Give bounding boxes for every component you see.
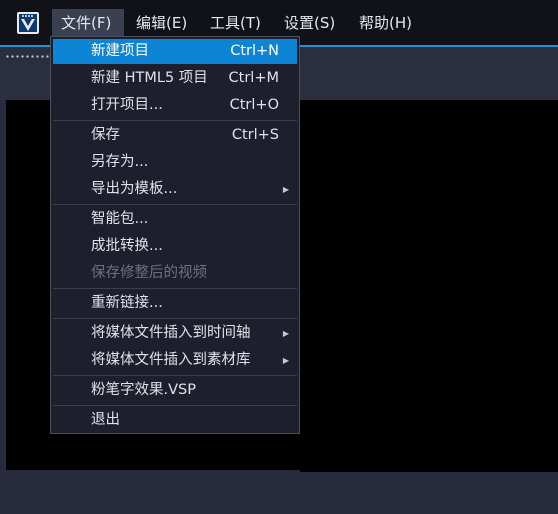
menu-item-label: 打开项目... xyxy=(91,97,163,113)
menu-settings[interactable]: 设置(S) xyxy=(275,9,344,37)
app-logo-icon[interactable] xyxy=(17,12,39,34)
menu-item-exit[interactable]: 退出 xyxy=(53,408,297,433)
menu-separator xyxy=(53,318,297,319)
menu-item-label: 将媒体文件插入到素材库 xyxy=(91,352,251,368)
menu-item-label: 新建 HTML5 项目 xyxy=(91,70,208,86)
menu-item-label: 退出 xyxy=(91,412,120,428)
menu-separator xyxy=(53,204,297,205)
menu-item-label: 另存为... xyxy=(91,154,149,170)
menu-item-shortcut: Ctrl+S xyxy=(231,127,279,143)
menu-item-label: 将媒体文件插入到时间轴 xyxy=(91,325,251,341)
menu-separator xyxy=(53,375,297,376)
menu-item-insert-to-library[interactable]: 将媒体文件插入到素材库 ▶ xyxy=(53,348,297,373)
menu-item-new-project[interactable]: 新建项目 Ctrl+N xyxy=(53,39,297,64)
menu-item-label: 重新链接... xyxy=(91,295,163,311)
file-menu-dropdown: 新建项目 Ctrl+N 新建 HTML5 项目 Ctrl+M 打开项目... C… xyxy=(50,36,300,434)
menu-item-save[interactable]: 保存 Ctrl+S xyxy=(53,123,297,148)
menu-item-label: 导出为模板... xyxy=(91,181,178,197)
menu-item-save-trimmed-video: 保存修整后的视频 xyxy=(53,261,297,286)
menu-item-label: 智能包... xyxy=(91,211,149,227)
menu-item-open-project[interactable]: 打开项目... Ctrl+O xyxy=(53,93,297,118)
menu-item-shortcut: Ctrl+O xyxy=(229,97,279,113)
menu-item-label: 保存修整后的视频 xyxy=(91,265,207,281)
preview-panel-right xyxy=(300,100,558,472)
menu-tools[interactable]: 工具(T) xyxy=(201,9,270,37)
menu-file[interactable]: 文件(F) xyxy=(52,9,124,37)
menu-separator xyxy=(53,405,297,406)
menu-item-export-template[interactable]: 导出为模板... ▶ xyxy=(53,177,297,202)
chevron-right-icon: ▶ xyxy=(282,329,289,338)
menu-help[interactable]: 帮助(H) xyxy=(350,9,421,37)
video-editor-window: 文件(F) 编辑(E) 工具(T) 设置(S) 帮助(H) 新建项目 Ctrl+… xyxy=(0,0,558,514)
menu-item-batch-convert[interactable]: 成批转换... xyxy=(53,234,297,259)
menu-item-save-as[interactable]: 另存为... xyxy=(53,150,297,175)
menu-item-label: 粉笔字效果.VSP xyxy=(91,382,196,398)
menu-item-shortcut: Ctrl+N xyxy=(230,43,279,59)
menu-item-insert-to-timeline[interactable]: 将媒体文件插入到时间轴 ▶ xyxy=(53,321,297,346)
menu-item-recent-project[interactable]: 粉笔字效果.VSP xyxy=(53,378,297,403)
menu-item-smart-package[interactable]: 智能包... xyxy=(53,207,297,232)
menu-edit[interactable]: 编辑(E) xyxy=(127,9,196,37)
chevron-right-icon: ▶ xyxy=(282,185,289,194)
menu-item-new-html5-project[interactable]: 新建 HTML5 项目 Ctrl+M xyxy=(53,66,297,91)
menu-item-relink[interactable]: 重新链接... xyxy=(53,291,297,316)
menu-separator xyxy=(53,120,297,121)
menu-item-label: 新建项目 xyxy=(91,43,149,59)
menu-item-label: 保存 xyxy=(91,127,120,143)
menu-item-label: 成批转换... xyxy=(91,238,163,254)
chevron-right-icon: ▶ xyxy=(282,356,289,365)
drag-handle[interactable] xyxy=(5,55,49,58)
menu-separator xyxy=(53,288,297,289)
menu-item-shortcut: Ctrl+M xyxy=(228,70,279,86)
